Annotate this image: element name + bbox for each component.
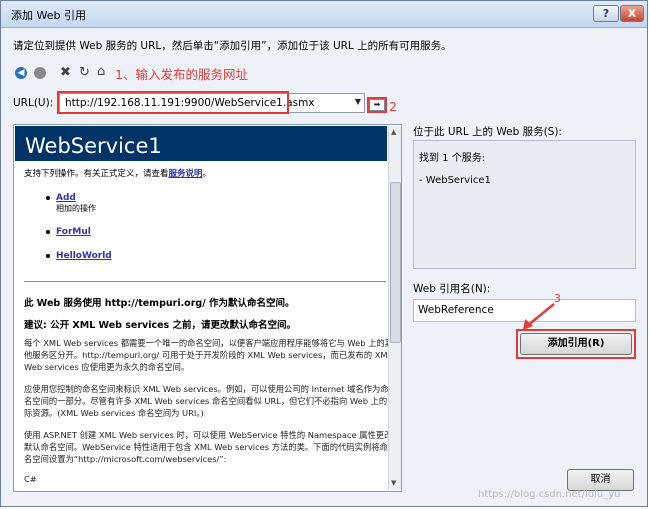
services-found-text: 找到 1 个服务: [419,153,486,164]
annotation-arrow-icon [523,303,555,330]
back-icon[interactable]: ◀ [15,67,27,79]
divider [24,281,386,282]
annotation-step-2: 2 [389,99,397,114]
paragraph-4: C# [24,474,37,484]
scroll-up-icon[interactable]: ▲ [391,128,396,136]
window-title: 添加 Web 引用 [11,9,86,22]
operation-link-add[interactable]: Add [56,193,76,203]
services-list[interactable]: 找到 1 个服务: - WebService1 [413,140,636,269]
reference-name-value[interactable]: WebReference [418,304,494,316]
annotation-step-1: 1、输入发布的服务网址 [115,67,248,82]
add-web-reference-dialog: 添加 Web 引用 ? X 请定位到提供 Web 服务的 URL，然后单击“添加… [0,0,648,507]
vertical-scrollbar[interactable]: ▲ ▼ [388,126,401,490]
scroll-thumb[interactable] [390,182,401,343]
home-icon[interactable]: ⌂ [97,65,105,79]
url-label: URL(U): [13,97,54,109]
service-item[interactable]: - WebService1 [419,175,491,186]
forward-icon[interactable] [34,67,46,79]
operation-link-formul[interactable]: ForMul [56,227,91,237]
service-browser-pane[interactable]: WebService1 支持下列操作。有关正式定义，请查看服务说明。 Add 相… [13,124,402,492]
help-button[interactable]: ? [593,5,619,22]
operation-link-helloworld[interactable]: HelloWorld [56,251,112,261]
paragraph-3: 使用 ASP.NET 创建 XML Web services 时，可以使用 We… [24,430,393,464]
paragraph-2: 应使用您控制的命名空间来标识 XML Web services。例如，可以使用公… [24,384,396,418]
service-description-link[interactable]: 服务说明 [169,169,203,179]
stop-icon[interactable]: ✖ [60,66,71,80]
operation-item: Add 相加的操作 [46,193,96,214]
annotation-highlight-url [57,91,289,114]
operation-item: ForMul [46,227,91,237]
add-reference-button[interactable]: 添加引用(R) [520,333,632,355]
reference-name-label: Web 引用名(N): [413,283,491,295]
operation-desc: 相加的操作 [56,204,96,213]
watermark: https://blog.csdn.net/lulu_yu [478,489,621,500]
service-title: WebService1 [25,134,162,158]
close-button[interactable]: X [620,5,644,22]
paragraph-1: 每个 XML Web services 都需要一个唯一的命名空间，以便客户端应用… [24,338,394,372]
operations-intro: 支持下列操作。有关正式定义，请查看服务说明。 [24,169,212,179]
services-label: 位于此 URL 上的 Web 服务(S): [413,126,562,138]
annotation-highlight-go [367,97,387,113]
title-bar: 添加 Web 引用 ? X [1,1,647,28]
cancel-button[interactable]: 取消 [567,469,634,491]
advice-heading: 建议: 公开 XML Web services 之前，请更改默认命名空间。 [24,320,297,331]
dropdown-arrow-icon[interactable]: ▼ [355,97,361,106]
operation-item: HelloWorld [46,251,112,261]
namespace-heading: 此 Web 服务使用 http://tempuri.org/ 作为默认命名空间。 [24,298,295,309]
scroll-down-icon[interactable]: ▼ [391,479,396,487]
refresh-icon[interactable]: ↻ [79,66,90,80]
service-header: WebService1 [15,126,387,161]
instruction-text: 请定位到提供 Web 服务的 URL，然后单击“添加引用”，添加位于该 URL … [13,40,452,52]
